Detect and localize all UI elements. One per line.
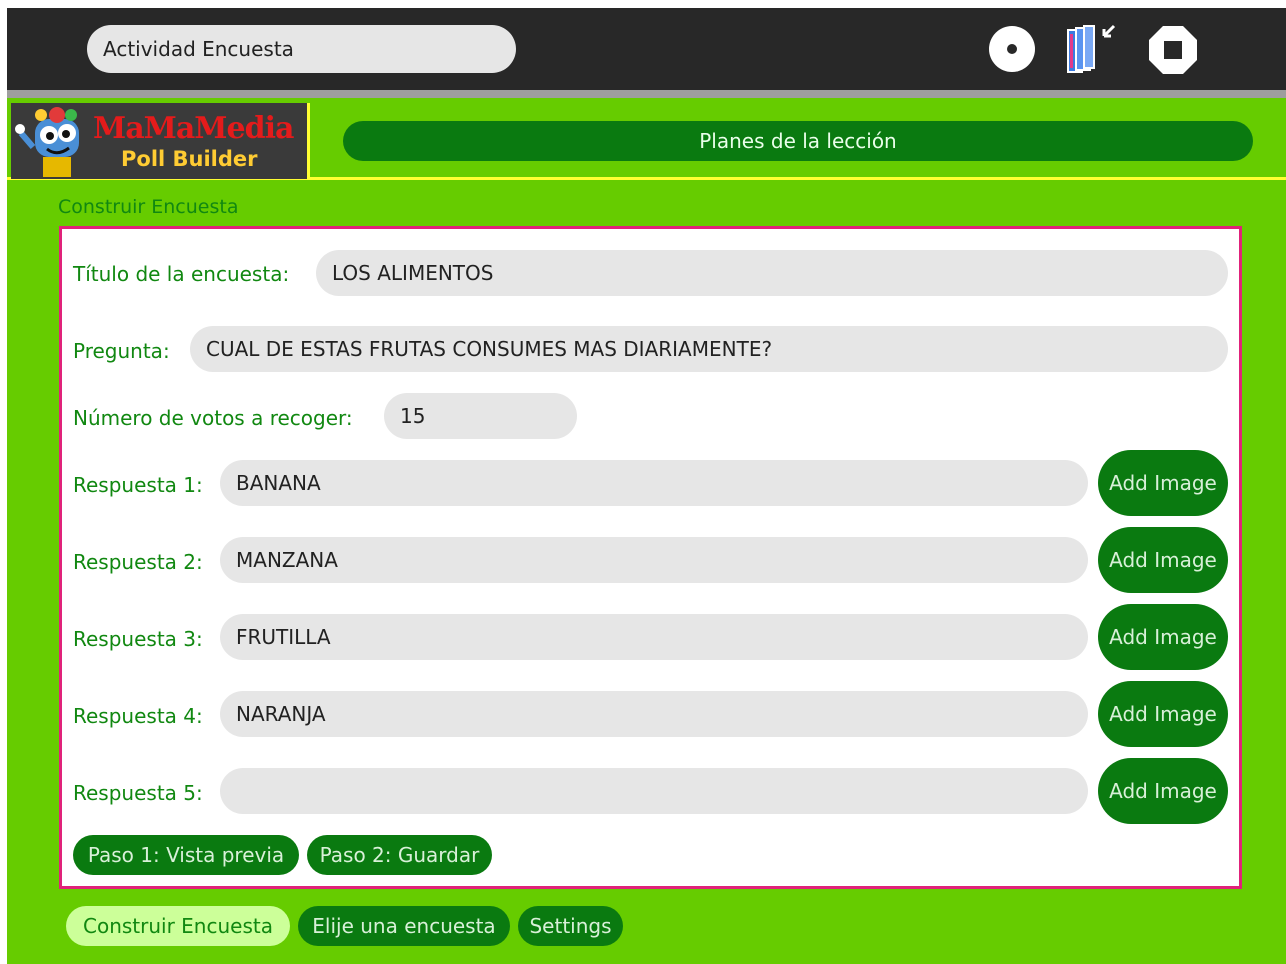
tab-choose-poll[interactable]: Elije una encuesta — [298, 906, 510, 946]
answer-4-input[interactable]: NARANJA — [220, 691, 1088, 737]
question-input[interactable]: CUAL DE ESTAS FRUTAS CONSUMES MAS DIARIA… — [190, 326, 1228, 372]
answer-4-label: Respuesta 4: — [73, 704, 203, 728]
poll-title-input[interactable]: LOS ALIMENTOS — [316, 250, 1228, 296]
answer-2-label: Respuesta 2: — [73, 550, 203, 574]
keep-icon[interactable] — [1064, 22, 1124, 78]
answer-3-label: Respuesta 3: — [73, 627, 203, 651]
answer-2-add-image-button[interactable]: Add Image — [1098, 527, 1228, 593]
activity-canvas: MaMaMedia Poll Builder Planes de la lecc… — [7, 98, 1286, 964]
activity-title-field[interactable]: Actividad Encuesta — [87, 25, 516, 73]
question-label: Pregunta: — [73, 339, 170, 363]
answer-3-input[interactable]: FRUTILLA — [220, 614, 1088, 660]
answer-4-add-image-button[interactable]: Add Image — [1098, 681, 1228, 747]
answer-5-input[interactable] — [220, 768, 1088, 814]
toolbar-separator — [7, 90, 1286, 98]
logo-title: MaMaMedia — [93, 111, 294, 146]
stop-icon[interactable] — [1148, 25, 1198, 75]
share-icon[interactable] — [988, 25, 1036, 73]
logo-divider — [307, 103, 310, 180]
lesson-plans-button[interactable]: Planes de la lección — [343, 121, 1253, 161]
poll-title-label: Título de la encuesta: — [73, 262, 290, 286]
logo-subtitle: Poll Builder — [121, 147, 258, 171]
section-label: Construir Encuesta — [58, 196, 239, 218]
answer-5-add-image-button[interactable]: Add Image — [1098, 758, 1228, 824]
robot-mascot-icon — [15, 107, 79, 177]
activity-header: MaMaMedia Poll Builder Planes de la lecc… — [7, 98, 1286, 180]
answer-1-input[interactable]: BANANA — [220, 460, 1088, 506]
votes-input[interactable]: 15 — [384, 393, 577, 439]
mamamedia-logo: MaMaMedia Poll Builder — [11, 103, 307, 179]
save-button[interactable]: Paso 2: Guardar — [307, 835, 492, 875]
answer-1-add-image-button[interactable]: Add Image — [1098, 450, 1228, 516]
poll-form-panel: Título de la encuesta: LOS ALIMENTOS Pre… — [59, 226, 1242, 889]
preview-button[interactable]: Paso 1: Vista previa — [73, 835, 299, 875]
answer-5-label: Respuesta 5: — [73, 781, 203, 805]
tab-settings[interactable]: Settings — [518, 906, 623, 946]
answer-1-label: Respuesta 1: — [73, 473, 203, 497]
tab-build-poll[interactable]: Construir Encuesta — [66, 906, 290, 946]
answer-2-input[interactable]: MANZANA — [220, 537, 1088, 583]
answer-3-add-image-button[interactable]: Add Image — [1098, 604, 1228, 670]
votes-label: Número de votos a recoger: — [73, 406, 353, 430]
